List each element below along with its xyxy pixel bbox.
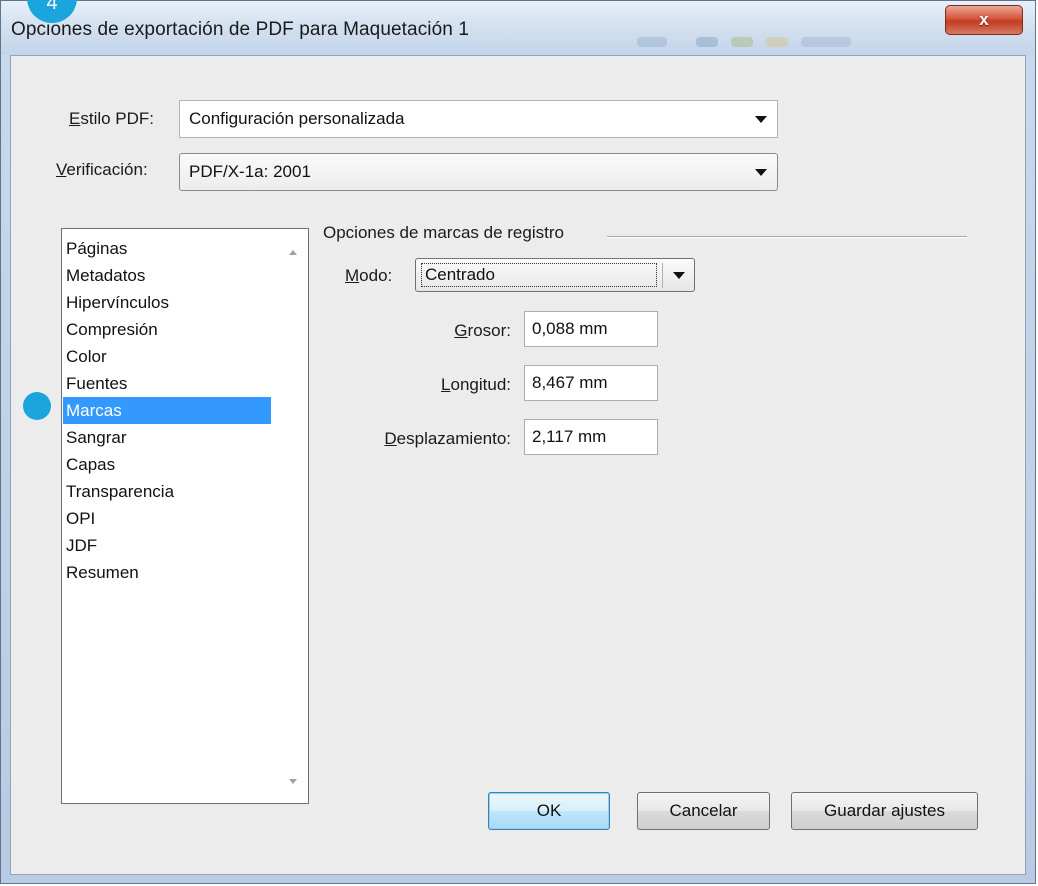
list-item-hipervinculos[interactable]: Hipervínculos xyxy=(63,289,271,316)
titlebar-decoration xyxy=(766,37,788,47)
list-item-metadatos[interactable]: Metadatos xyxy=(63,262,271,289)
chevron-down-icon xyxy=(673,272,685,279)
verification-dropdown[interactable]: PDF/X-1a: 2001 xyxy=(179,153,778,191)
titlebar-decoration xyxy=(731,37,753,47)
close-button[interactable]: x xyxy=(945,5,1023,35)
thickness-label: Grosor: xyxy=(454,321,511,340)
offset-field[interactable]: 2,117 mm xyxy=(524,419,658,455)
length-label: Longitud: xyxy=(441,375,511,394)
scroll-up-icon[interactable] xyxy=(289,250,297,255)
list-item-fuentes[interactable]: Fuentes xyxy=(63,370,271,397)
registration-marks-group-title: Opciones de marcas de registro xyxy=(323,223,572,243)
mode-label: Modo: xyxy=(345,266,393,285)
list-item-compresion[interactable]: Compresión xyxy=(63,316,271,343)
length-field[interactable]: 8,467 mm xyxy=(524,365,658,401)
window-title: Opciones de exportación de PDF para Maqu… xyxy=(11,19,470,40)
ok-button[interactable]: OK xyxy=(488,792,610,830)
scroll-down-icon[interactable] xyxy=(289,779,297,784)
category-list[interactable]: Páginas Metadatos Hipervínculos Compresi… xyxy=(61,228,309,804)
list-item-resumen[interactable]: Resumen xyxy=(63,559,271,586)
mode-dropdown[interactable]: Centrado xyxy=(415,258,695,292)
list-item-paginas[interactable]: Páginas xyxy=(63,235,271,262)
titlebar-decoration xyxy=(696,37,718,47)
marker-dot xyxy=(23,392,51,420)
list-scrollbar[interactable] xyxy=(281,230,307,802)
chevron-down-icon xyxy=(755,169,767,176)
pdf-style-value: Configuración personalizada xyxy=(189,109,405,128)
titlebar-decoration xyxy=(801,37,851,47)
offset-label: Desplazamiento: xyxy=(384,429,511,448)
titlebar-decoration xyxy=(637,37,667,47)
dialog-window: Opciones de exportación de PDF para Maqu… xyxy=(0,0,1036,884)
cancel-button[interactable]: Cancelar xyxy=(637,792,770,830)
thickness-field[interactable]: 0,088 mm xyxy=(524,311,658,347)
title-bar[interactable]: Opciones de exportación de PDF para Maqu… xyxy=(1,1,1035,55)
save-settings-button[interactable]: Guardar ajustes xyxy=(791,792,978,830)
dialog-body: Estilo PDF: Configuración personalizada … xyxy=(10,55,1026,875)
close-icon: x xyxy=(979,10,989,29)
pdf-style-dropdown[interactable]: Configuración personalizada xyxy=(179,100,778,138)
list-item-color[interactable]: Color xyxy=(63,343,271,370)
list-item-capas[interactable]: Capas xyxy=(63,451,271,478)
group-divider xyxy=(607,236,967,238)
combo-separator xyxy=(662,263,663,288)
verification-label: Verificación: xyxy=(56,160,148,179)
mode-value: Centrado xyxy=(421,263,657,287)
verification-value: PDF/X-1a: 2001 xyxy=(189,162,311,181)
pdf-style-label: Estilo PDF: xyxy=(69,109,155,128)
list-item-opi[interactable]: OPI xyxy=(63,505,271,532)
list-item-marcas[interactable]: Marcas xyxy=(63,397,271,424)
chevron-down-icon xyxy=(755,116,767,123)
list-item-jdf[interactable]: JDF xyxy=(63,532,271,559)
list-item-transparencia[interactable]: Transparencia xyxy=(63,478,271,505)
list-item-sangrar[interactable]: Sangrar xyxy=(63,424,271,451)
